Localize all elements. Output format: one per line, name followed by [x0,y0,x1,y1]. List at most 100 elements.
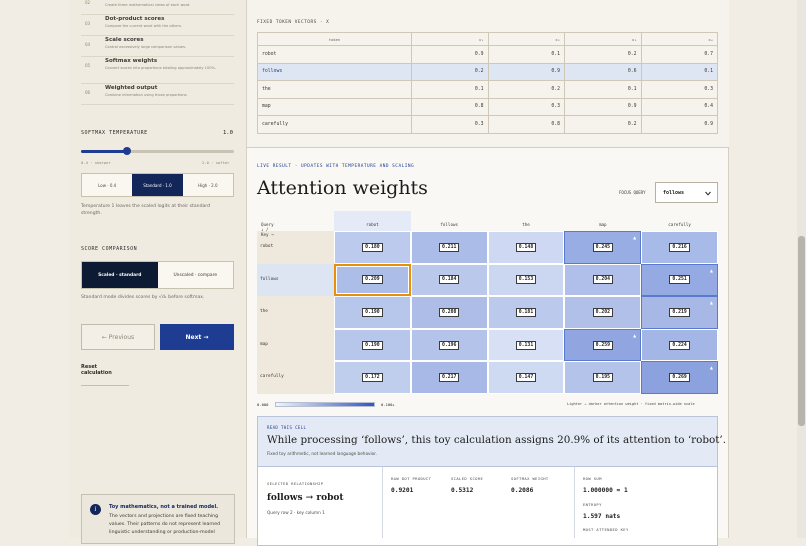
heatmap-value: 0.131 [515,340,537,350]
callout-label: READ THIS CELL [267,425,307,430]
table-cell: follows [257,62,412,81]
heatmap-cell[interactable]: 0.224 [641,328,718,362]
heatmap-column-label: map [599,222,607,227]
heatmap-value: 0.190 [362,340,383,350]
preset-standard[interactable]: Standard · 1.0 [132,174,183,196]
column-header: x₁ [411,32,489,46]
softmax-label: SOFTMAX WEIGHT [511,476,549,481]
entropy-label: ENTROPY [583,502,602,507]
heatmap-cell[interactable]: 0.181 [487,296,565,329]
stats-divider-2 [574,467,575,538]
row-max-marker-icon: ▲ [709,365,713,371]
heatmap-cell[interactable]: 0.269 ▲ [641,361,718,394]
focus-query-select[interactable]: follows [655,182,718,203]
result-title: Attention weights [257,177,428,199]
table-cell: 0.9 [564,97,642,116]
table-cell: 0.2 [487,80,565,99]
heatmap-cell[interactable]: 0.190 [334,296,411,329]
next-button[interactable]: Next → [160,324,234,350]
heatmap-cell[interactable]: 0.211 [410,231,488,264]
heatmap-value: 0.196 [438,340,460,350]
scrollbar[interactable] [797,0,806,538]
heatmap-cell[interactable]: 0.219 ▲ [641,296,718,329]
temperature-hint: Temperature 1 leaves the scaled logits a… [81,204,211,216]
step-desc: Convert scores into proportions totaling… [105,66,217,70]
scrollbar-thumb[interactable] [798,236,805,426]
most-label: MOST ATTENDED KEY [583,527,629,532]
heatmap-cell[interactable]: 0.217 [410,361,488,394]
table-cell: carefully [257,115,412,134]
heatmap-value: 0.211 [438,242,460,252]
heatmap-cell[interactable]: 0.245 ▲ [564,231,642,264]
scaled-option[interactable]: Scaled · standard [82,262,158,288]
slider-knob[interactable] [122,147,131,155]
heatmap-cell[interactable]: 0.208 [410,296,488,329]
column-header: x₄ [640,32,718,46]
table-cell: 0.9 [640,115,718,134]
table-cell: 0.2 [564,115,642,134]
heatmap-cell[interactable]: 0.251 ▲ [641,263,718,297]
heatmap-cell[interactable]: 0.172 [334,361,411,394]
unscaled-option[interactable]: Unscaled · compare [158,262,234,288]
scaled-label: SCALED SCORE [451,476,484,481]
heatmap-cell[interactable]: 0.153 [487,263,565,297]
most-attended-stat: MOST ATTENDED KEY [583,527,629,532]
table-cell: 0.1 [487,45,565,64]
heatmap-cell[interactable]: 0.216 [641,231,718,264]
row-max-marker-icon: ▲ [633,332,637,338]
heatmap-value: 0.190 [362,307,383,317]
slider-max-label: 2.0 · softer [202,160,230,165]
vectors-label: FIXED TOKEN VECTORS · X [257,20,330,25]
step-title: Scale scores [105,37,144,43]
heatmap-cell[interactable]: 0.184 [410,263,488,297]
stats-divider-1 [382,467,383,538]
previous-button[interactable]: ← Previous [81,324,155,350]
heatmap-value: 0.209 [362,275,383,285]
comparison-label: SCORE COMPARISON [81,246,138,252]
raw-value: 0.9201 [391,487,414,494]
table-header-row: token x₁ x₂ x₃ x₄ [257,32,718,46]
temperature-value: 1.0 [223,130,233,136]
table-cell: 0.3 [487,97,565,116]
heatmap-value: 0.204 [592,275,614,285]
heatmap-cell[interactable]: 0.259 ▲ [564,328,642,362]
step-item[interactable]: 06 Weighted output Combine information usi… [81,84,234,105]
slider-fill [81,150,127,153]
temperature-slider[interactable] [81,147,234,155]
heatmap-value: 0.172 [362,373,383,383]
heatmap-value: 0.195 [592,373,614,383]
rel-value: follows → robot [267,493,344,503]
heatmap-cell[interactable]: 0.204 [564,263,642,297]
step-item[interactable]: 03 Dot-product scores Compare the current … [81,15,234,36]
column-header: x₂ [487,32,565,46]
heatmap-cell[interactable]: 0.190 [334,328,411,362]
step-desc: Combine information using those proporti… [105,93,188,97]
step-item[interactable]: 04 Scale scores Control excessively large … [81,36,234,57]
step-item[interactable]: 02 Project Q, K, V Create three mathematic… [81,0,234,15]
preset-high[interactable]: High · 2.0 [183,174,233,196]
heatmap-cell[interactable]: 0.195 [564,361,642,394]
step-item[interactable]: 05 Softmax weights Convert scores into pro… [81,57,234,84]
step-number: 03 [85,21,91,26]
slider-min-label: 0.4 · sharper [81,160,111,165]
heatmap-cell[interactable]: 0.202 [564,296,642,329]
heatmap-cell[interactable]: 0.196 [410,328,488,362]
heatmap-cell[interactable]: 0.147 [487,361,565,394]
step-desc: Create three mathematical views of each … [105,3,191,7]
heatmap-cell[interactable]: 0.131 [487,328,565,362]
heatmap-cell[interactable]: 0.148 [487,231,565,264]
heatmap-cell[interactable]: 0.209 [334,263,411,297]
preset-low[interactable]: Low · 0.4 [82,174,132,196]
step-title: Weighted output [105,85,158,91]
rowsum-value: 1.000000 ≈ 1 [583,487,628,494]
table-cell: 0.7 [640,45,718,64]
scale-bar [275,402,375,407]
focus-query-value: follows [663,189,685,196]
step-list: 02 Project Q, K, V Create three mathematic… [81,0,234,105]
heatmap-cell[interactable]: 0.180 [334,231,411,264]
reset-button[interactable]: Reset calculation [81,364,129,386]
column-header: x₃ [564,32,642,46]
step-title: Softmax weights [105,58,158,64]
row-max-marker-icon: ▲ [709,267,713,273]
rel-label: SELECTED RELATIONSHIP [267,481,324,486]
